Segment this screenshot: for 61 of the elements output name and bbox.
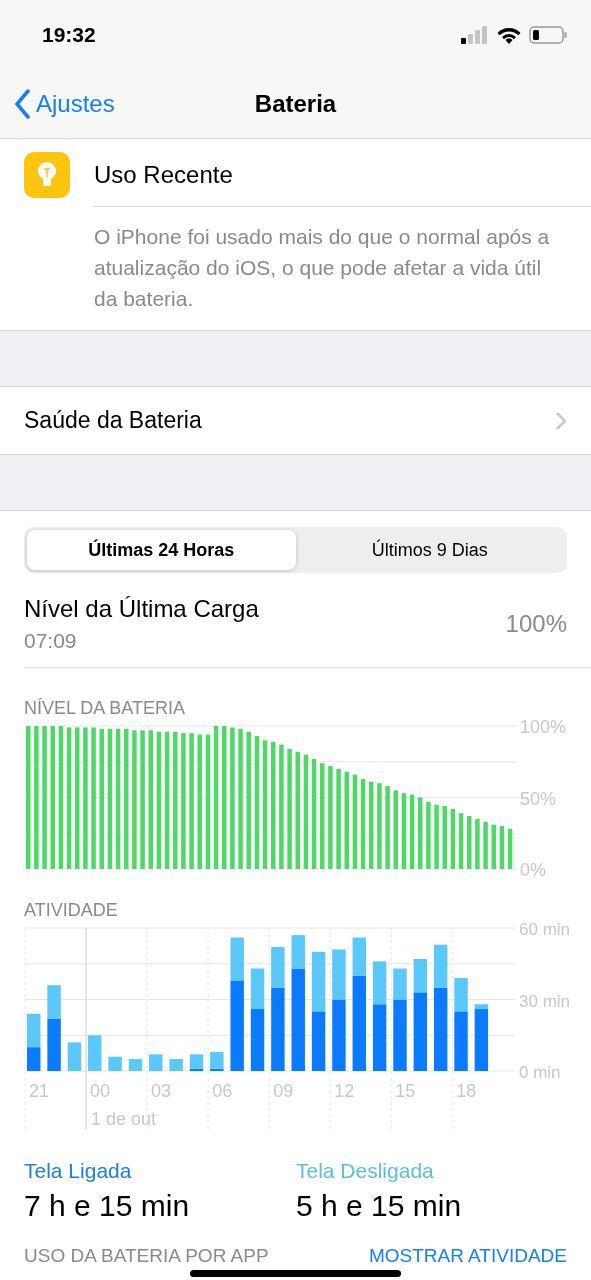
axis-label: 100%	[520, 717, 567, 737]
chevron-left-icon	[14, 89, 30, 119]
battery-bar	[491, 824, 496, 869]
axis-label: 09	[273, 1081, 294, 1101]
total-value: 5 h e 15 min	[296, 1189, 463, 1223]
battery-bar	[507, 828, 513, 869]
battery-bar	[499, 826, 505, 869]
last-charge-time: 07:09	[24, 629, 78, 653]
battery-icon	[529, 26, 567, 44]
last-charge-value: 100%	[505, 610, 567, 638]
battery-bar	[442, 806, 447, 869]
axis-label: 0 min	[519, 1063, 561, 1082]
activity-bar	[88, 1035, 102, 1071]
axis-label: 21	[29, 1081, 50, 1101]
activity-bar	[67, 1042, 82, 1071]
axis-label: 18	[456, 1081, 477, 1101]
axis-label: 00	[90, 1081, 111, 1101]
battery-bar	[458, 813, 464, 869]
segment-tab[interactable]: Últimas 24 Horas	[27, 530, 296, 570]
total-value: 7 h e 15 min	[24, 1189, 191, 1223]
wifi-icon	[497, 26, 521, 44]
back-button[interactable]: Ajustes	[14, 89, 255, 119]
axis-label: 03	[151, 1081, 172, 1101]
chart-heading: NÍVEL DA BATERIA	[23, 698, 187, 719]
signal-icon	[461, 26, 489, 44]
activity-bar	[169, 1059, 183, 1071]
activity-bar	[149, 1054, 163, 1071]
battery-bar	[467, 816, 472, 869]
total-label: Tela Desligada	[296, 1159, 435, 1183]
activity-bar	[128, 1059, 143, 1071]
battery-bar	[434, 804, 439, 869]
lightbulb-icon	[24, 152, 70, 198]
axis-label: 30 min	[519, 991, 571, 1011]
axis-label: 50%	[520, 788, 557, 809]
battery-bar	[418, 797, 423, 869]
axis-label: 15	[395, 1081, 416, 1101]
section-heading: USO DA BATERIA POR APP	[24, 1245, 269, 1267]
chevron-right-icon	[555, 410, 567, 431]
axis-label: 06	[212, 1081, 233, 1101]
battery-health-label: Saúde da Bateria	[24, 407, 202, 434]
axis-label: 0%	[520, 860, 546, 880]
status-time: 19:32	[42, 23, 96, 47]
total-label: Tela Ligada	[24, 1159, 133, 1183]
battery-bar	[483, 821, 488, 869]
page-title: Bateria	[254, 90, 337, 118]
segment-tab[interactable]: Últimos 9 Dias	[295, 530, 564, 570]
battery-bar	[426, 801, 431, 869]
show-activity-link[interactable]: MOSTRAR ATIVIDADE	[368, 1245, 567, 1267]
activity-bar	[332, 999, 346, 1071]
axis-label: 60 min	[519, 920, 571, 939]
battery-bar	[475, 818, 480, 869]
date-label: 1 de out	[91, 1109, 157, 1129]
activity-bar	[311, 1011, 326, 1071]
last-charge-label: Nível da Última Carga	[24, 595, 259, 623]
activity-bar	[108, 1056, 122, 1071]
recent-usage-title: Uso Recente	[94, 161, 233, 189]
activity-bar	[311, 951, 326, 1012]
chart-heading: ATIVIDADE	[23, 900, 119, 921]
axis-label: 12	[334, 1081, 355, 1101]
activity-bar	[332, 949, 346, 1000]
battery-bar	[450, 808, 456, 869]
